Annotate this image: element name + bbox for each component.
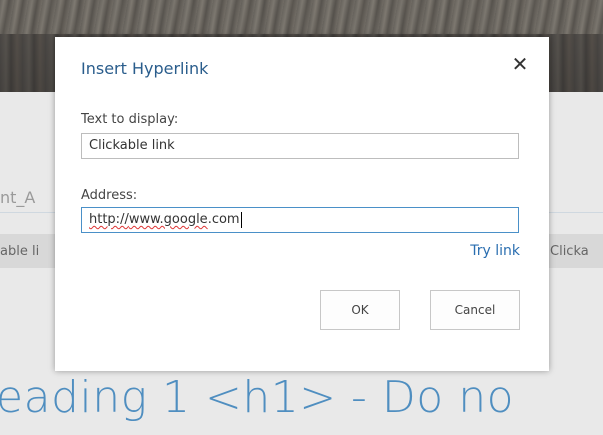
address-value-prefix: http://	[89, 212, 129, 227]
try-link[interactable]: Try link	[470, 243, 520, 259]
background-row-left-text: able li	[0, 244, 40, 259]
text-caret	[240, 211, 242, 228]
address-input[interactable]: http://www.google.com	[81, 207, 519, 233]
address-label: Address:	[81, 188, 138, 203]
background-breadcrumb: nt_A	[0, 188, 36, 207]
background-heading: eading 1 <h1> - Do no	[0, 372, 515, 423]
page: nt_A able li Clicka eading 1 <h1> - Do n…	[0, 0, 603, 435]
address-value-suffix: .com	[207, 212, 240, 227]
cancel-button[interactable]: Cancel	[430, 290, 520, 330]
banner-roof-texture	[0, 0, 603, 34]
background-row-right-text: Clicka	[550, 244, 589, 259]
text-to-display-input[interactable]: Clickable link	[81, 133, 519, 159]
address-value-misspelled: www.google	[128, 212, 208, 227]
text-to-display-value: Clickable link	[89, 138, 175, 153]
insert-hyperlink-dialog: Insert Hyperlink ✕ Text to display: Clic…	[55, 37, 549, 371]
dialog-title: Insert Hyperlink	[81, 59, 209, 78]
ok-button[interactable]: OK	[320, 290, 400, 330]
close-icon[interactable]: ✕	[509, 54, 531, 76]
text-to-display-label: Text to display:	[81, 112, 179, 127]
